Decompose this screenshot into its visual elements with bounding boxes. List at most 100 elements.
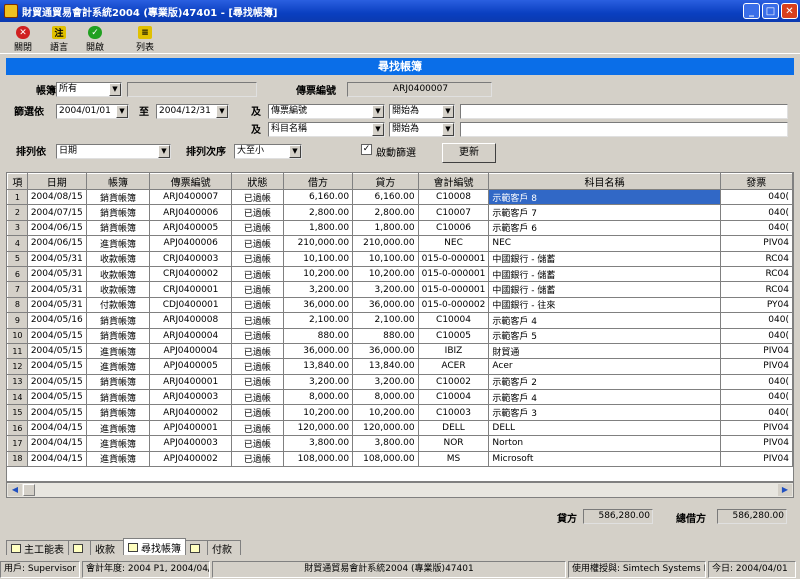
- table-row[interactable]: 18 2004/04/15 進貨帳簿 APJ0400002 已過帳 108,000.00 1…: [7, 450, 793, 468]
- filter-op-1-select[interactable]: 開始為 ▼: [389, 104, 455, 119]
- scroll-right-icon[interactable]: ▶: [778, 484, 792, 496]
- credit-total-label: 貸方: [557, 514, 577, 525]
- column-header[interactable]: 發票: [719, 173, 793, 190]
- tab-blank-2[interactable]: [185, 540, 208, 555]
- table-cell: NEC: [417, 235, 490, 252]
- table-row[interactable]: 8 2004/05/31 付款帳簿 CDJ0400001 已過帳 36,000.00 36,…: [7, 296, 793, 314]
- date-from-select[interactable]: 2004/01/01 ▼: [56, 104, 129, 119]
- table-cell: 3: [7, 219, 28, 237]
- table-cell: 已過帳: [231, 419, 284, 437]
- table-row[interactable]: 7 2004/05/31 收款帳簿 CRJ0400001 已過帳 3,200.00 3,20…: [7, 281, 793, 298]
- toolbar-label: 開啟: [85, 43, 104, 53]
- enable-filter-checkbox[interactable]: ✓: [361, 144, 372, 155]
- chevron-down-icon: ▼: [158, 145, 170, 158]
- chevron-down-icon: ▼: [109, 83, 121, 96]
- table-row[interactable]: 4 2004/06/15 進貨帳簿 APJ0400006 已過帳 210,000.00 21…: [7, 235, 793, 252]
- table-cell: 3,200.00: [352, 281, 419, 298]
- column-header[interactable]: 傳票編號: [149, 173, 233, 190]
- tab-main-menu[interactable]: 主工能表: [6, 540, 69, 556]
- toolbar-open-button[interactable]: ✓ 開啟: [78, 26, 112, 53]
- minimize-button[interactable]: _: [743, 3, 760, 19]
- column-header[interactable]: 項: [7, 173, 28, 190]
- toolbar-label: 關閉: [13, 43, 32, 53]
- table-row[interactable]: 14 2004/05/15 銷貨帳簿 ARJ0400003 已過帳 8,000.00 8,0…: [7, 389, 793, 406]
- chevron-down-icon: ▼: [116, 105, 128, 118]
- table-cell: 36,000.00: [352, 342, 419, 360]
- table-row[interactable]: 13 2004/05/15 銷貨帳簿 ARJ0400001 已過帳 3,200.00 3,2…: [7, 373, 793, 391]
- table-cell: ARJ0400006: [149, 204, 233, 221]
- table-cell: 已過帳: [231, 450, 284, 468]
- tab-payments[interactable]: 付款: [207, 540, 241, 556]
- table-cell: RC04: [719, 250, 793, 267]
- table-cell: APJ0400006: [149, 235, 233, 252]
- tab-blank-1[interactable]: [68, 540, 91, 555]
- date-to-select[interactable]: 2004/12/31 ▼: [156, 104, 229, 119]
- table-row[interactable]: 9 2004/05/16 銷貨帳簿 ARJ0400008 已過帳 2,100.00 2,10…: [7, 312, 793, 329]
- table-cell: PIV04: [719, 342, 793, 360]
- table-row[interactable]: 2 2004/07/15 銷貨帳簿 ARJ0400006 已過帳 2,800.00 2,80…: [7, 204, 793, 221]
- toolbar-language-button[interactable]: 注語言: [42, 26, 76, 53]
- toolbar-close-button[interactable]: ✕ 關閉: [6, 26, 40, 53]
- table-cell: C10006: [417, 219, 490, 237]
- tab-label: 收款: [95, 544, 115, 556]
- window-icon: [11, 543, 21, 553]
- table-row[interactable]: 6 2004/05/31 收款帳簿 CRJ0400002 已過帳 10,200.00 10,…: [7, 265, 793, 283]
- table-cell: Microsoft: [488, 450, 721, 468]
- tab-receipts[interactable]: 收款: [90, 540, 124, 556]
- table-cell: 2,800.00: [282, 204, 354, 221]
- table-cell: 中國銀行 - 儲蓄: [488, 281, 721, 298]
- table-cell: 進貨帳簿: [85, 342, 151, 360]
- column-header[interactable]: 貸方: [352, 173, 419, 190]
- table-cell: 880.00: [282, 327, 354, 344]
- table-cell: ARJ0400001: [149, 373, 233, 391]
- column-header[interactable]: 借方: [282, 173, 354, 190]
- table-row[interactable]: 11 2004/05/15 進貨帳簿 APJ0400004 已過帳 36,000.00 36…: [7, 342, 793, 360]
- table-row[interactable]: 5 2004/05/31 收款帳簿 CRJ0400003 已過帳 10,100.00 10,…: [7, 250, 793, 267]
- close-window-button[interactable]: ✕: [781, 3, 798, 19]
- status-today: 今日: 2004/04/01: [708, 560, 796, 578]
- table-cell: 2004/06/15: [26, 219, 87, 237]
- column-header[interactable]: 日期: [26, 173, 87, 190]
- column-header[interactable]: 狀態: [231, 173, 284, 190]
- table-cell: 4: [7, 235, 28, 252]
- order-select[interactable]: 大至小 ▼: [234, 144, 302, 159]
- book-select[interactable]: 所有 ▼: [56, 82, 122, 97]
- horizontal-scrollbar[interactable]: ◀ ▶: [6, 482, 794, 498]
- table-cell: C10007: [417, 204, 490, 221]
- column-header[interactable]: 科目名稱: [488, 173, 721, 190]
- filter-field-1-select[interactable]: 傳票編號 ▼: [268, 104, 385, 119]
- table-cell: 015-0-000002: [417, 296, 490, 314]
- table-cell: 2004/04/15: [26, 450, 87, 468]
- table-cell: CDJ0400001: [149, 296, 233, 314]
- scroll-left-icon[interactable]: ◀: [8, 484, 22, 496]
- table-cell: PY04: [719, 296, 793, 314]
- tab-find-books[interactable]: 尋找帳簿: [123, 538, 186, 555]
- table-row[interactable]: 15 2004/05/15 銷貨帳簿 ARJ0400002 已過帳 10,200.00 10…: [7, 404, 793, 421]
- filter-op-2-select[interactable]: 開始為 ▼: [389, 122, 455, 137]
- window-icon: [190, 543, 200, 553]
- table-row[interactable]: 12 2004/05/15 進貨帳簿 APJ0400005 已過帳 13,840.00 13…: [7, 358, 793, 375]
- sort-select[interactable]: 日期 ▼: [56, 144, 171, 159]
- table-cell: 16: [7, 419, 28, 437]
- filter-field-2-select[interactable]: 科目名稱 ▼: [268, 122, 385, 137]
- scroll-thumb[interactable]: [23, 484, 35, 496]
- filter-label: 篩選依: [14, 107, 44, 118]
- table-cell: 2004/05/31: [26, 281, 87, 298]
- table-cell: RC04: [719, 281, 793, 298]
- table-row[interactable]: 10 2004/05/15 銷貨帳簿 ARJ0400004 已過帳 880.00 880.0…: [7, 327, 793, 344]
- table-row[interactable]: 3 2004/06/15 銷貨帳簿 ARJ0400005 已過帳 1,800.00 1,80…: [7, 219, 793, 237]
- column-header[interactable]: 帳簿: [85, 173, 151, 190]
- table-row[interactable]: 17 2004/04/15 進貨帳簿 APJ0400003 已過帳 3,800.00 3,8…: [7, 435, 793, 452]
- column-header[interactable]: 會計編號: [417, 173, 490, 190]
- table-cell: IBIZ: [417, 342, 490, 360]
- table-cell: 中國銀行 - 儲蓄: [488, 250, 721, 267]
- table-row[interactable]: 1 2004/08/15 銷貨帳簿 ARJ0400007 已過帳 6,160.00 6,16…: [7, 188, 793, 206]
- maximize-button[interactable]: □: [762, 3, 779, 19]
- filter-value-2-input[interactable]: [460, 122, 788, 137]
- table-cell: 8,000.00: [352, 389, 419, 406]
- table-row[interactable]: 16 2004/04/15 進貨帳簿 APJ0400001 已過帳 120,000.00 1…: [7, 419, 793, 437]
- toolbar-list-button[interactable]: ≡ 列表: [128, 26, 162, 53]
- filter-value-1-input[interactable]: [460, 104, 788, 119]
- table-cell: 已過帳: [231, 281, 284, 298]
- refresh-button[interactable]: 更新: [442, 143, 496, 163]
